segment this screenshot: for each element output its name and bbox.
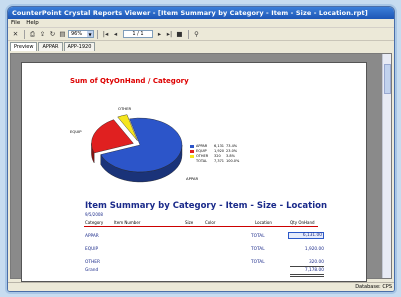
page-current: 1 bbox=[132, 31, 136, 37]
tab-preview[interactable]: Preview bbox=[10, 42, 38, 51]
close-report-icon[interactable]: ✕ bbox=[11, 30, 20, 39]
prev-page-icon[interactable]: ◂ bbox=[111, 30, 120, 39]
report-date: 9/5/2008 bbox=[85, 212, 103, 217]
last-page-icon[interactable]: ▸| bbox=[165, 30, 174, 39]
status-bar: Database: CPS bbox=[8, 282, 394, 291]
report-tabs: Preview APPAR APP-1920 bbox=[8, 41, 394, 51]
toolbar-separator bbox=[188, 29, 189, 39]
pie-label-equip: EQUIP bbox=[70, 129, 82, 134]
binoculars-search-icon[interactable]: ⚲ bbox=[192, 30, 201, 39]
report-preview-area[interactable]: Sum of QtyOnHand / Category APPAR EQUIP OT… bbox=[10, 53, 392, 282]
total-double-rule bbox=[290, 274, 324, 275]
legend-swatch-appar bbox=[190, 145, 194, 148]
title-bar: CounterPoint Crystal Reports Viewer - [I… bbox=[8, 7, 394, 19]
report-title: Item Summary by Category - Item - Size -… bbox=[85, 201, 327, 211]
header-size: Size bbox=[185, 220, 194, 225]
total-double-rule bbox=[290, 276, 324, 277]
tree-icon[interactable]: ▤ bbox=[58, 30, 67, 39]
grand-label: Grand bbox=[85, 268, 99, 273]
row-qty: 320.00 bbox=[308, 260, 324, 265]
menu-file[interactable]: File bbox=[11, 20, 20, 26]
header-location: Location bbox=[255, 220, 272, 225]
legend-swatch-equip bbox=[190, 150, 194, 153]
row-qty: 1,920.00 bbox=[304, 247, 324, 252]
toolbar: ✕ ⎙ ⇪ ↻ ▤ 96% ▼ |◂ ◂ 1 / 1 ▸ ▸| ■ ⚲ bbox=[8, 28, 394, 41]
report-page: Sum of QtyOnHand / Category APPAR EQUIP OT… bbox=[21, 62, 367, 282]
row-location: TOTAL bbox=[251, 260, 265, 265]
row-location: TOTAL bbox=[251, 234, 265, 239]
window-title: CounterPoint Crystal Reports Viewer - [I… bbox=[12, 9, 368, 17]
zoom-select[interactable]: 96% ▼ bbox=[68, 30, 94, 38]
stop-icon[interactable]: ■ bbox=[175, 30, 184, 39]
row-location: TOTAL bbox=[251, 247, 265, 252]
print-icon[interactable]: ⎙ bbox=[28, 30, 37, 39]
row-qty-selected[interactable]: 6,131.00 bbox=[288, 232, 324, 239]
page-number-field[interactable]: 1 / 1 bbox=[123, 30, 153, 38]
legend-row-total: TOTAL 7,371 100.0% bbox=[190, 159, 239, 164]
legend-swatch-total bbox=[190, 160, 194, 163]
row-category: OTHER bbox=[85, 260, 100, 265]
toolbar-separator bbox=[97, 29, 98, 39]
database-status: Database: CPS bbox=[355, 284, 392, 290]
report-viewer-window: CounterPoint Crystal Reports Viewer - [I… bbox=[7, 6, 395, 292]
grand-total: 7,178.00 bbox=[304, 268, 324, 273]
row-category: APPAR bbox=[85, 234, 99, 239]
toolbar-separator bbox=[24, 29, 25, 39]
pie-chart: APPAR EQUIP OTHER bbox=[70, 106, 199, 183]
total-rule bbox=[290, 266, 324, 267]
tab-app-1920[interactable]: APP-1920 bbox=[63, 42, 96, 51]
pie-label-appar: APPAR bbox=[186, 176, 199, 181]
refresh-icon[interactable]: ↻ bbox=[48, 30, 57, 39]
pie-label-other: OTHER bbox=[118, 106, 132, 111]
legend-swatch-other bbox=[190, 155, 194, 158]
first-page-icon[interactable]: |◂ bbox=[101, 30, 110, 39]
header-color: Color bbox=[205, 220, 216, 225]
scrollbar-thumb[interactable] bbox=[384, 64, 391, 94]
header-qty-onhand: Qty OnHand bbox=[290, 220, 315, 225]
row-category: EQUIP bbox=[85, 247, 99, 252]
menu-bar: File Help bbox=[8, 19, 394, 28]
header-item-number: Item Number bbox=[114, 220, 141, 225]
chart-legend: APPAR 6,131 73.4% EQUIP 1,920 23.0% OTHE… bbox=[190, 144, 239, 164]
legend-value: 7,371 bbox=[214, 159, 225, 163]
page-of: / 1 bbox=[137, 31, 144, 37]
export-icon[interactable]: ⇪ bbox=[38, 30, 47, 39]
header-category: Category bbox=[85, 220, 104, 225]
zoom-value: 96% bbox=[71, 31, 83, 37]
tab-appar[interactable]: APPAR bbox=[38, 42, 63, 51]
menu-help[interactable]: Help bbox=[26, 20, 39, 26]
chevron-down-icon[interactable]: ▼ bbox=[87, 31, 93, 37]
vertical-scrollbar[interactable] bbox=[382, 54, 391, 278]
next-page-icon[interactable]: ▸ bbox=[155, 30, 164, 39]
legend-name: TOTAL bbox=[196, 159, 208, 163]
legend-pct: 100.0% bbox=[226, 159, 240, 163]
header-divider bbox=[84, 226, 318, 227]
